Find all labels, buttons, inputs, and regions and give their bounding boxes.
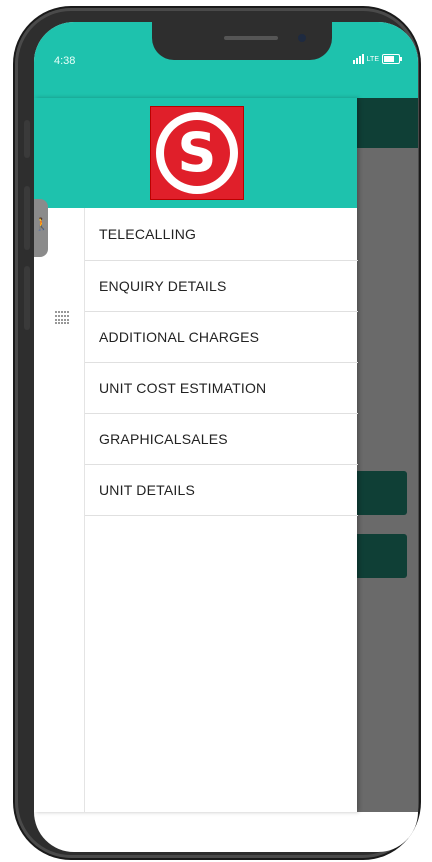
volume-down-button [24, 266, 30, 330]
brand-logo: S [150, 106, 244, 200]
logo-circle: S [156, 112, 238, 194]
status-time: 4:38 [54, 55, 76, 67]
drawer-menu: TELECALLING ENQUIRY DETAILS ADDITIONAL C… [84, 208, 358, 812]
menu-item-graphicalsales[interactable]: GRAPHICALSALES [85, 414, 358, 465]
front-camera [298, 34, 306, 42]
network-label: LTE [366, 55, 379, 63]
menu-item-unit-details[interactable]: UNIT DETAILS [85, 465, 358, 516]
menu-item-unit-cost-estimation[interactable]: UNIT COST ESTIMATION [85, 363, 358, 414]
battery-icon [382, 54, 402, 64]
menu-item-additional-charges[interactable]: ADDITIONAL CHARGES [85, 312, 358, 363]
navigation-drawer: S TELECALLING ENQUIRY DETAILS ADDITIONAL… [34, 98, 358, 812]
speaker-grille [224, 36, 278, 40]
menu-item-enquiry-details[interactable]: ENQUIRY DETAILS [85, 261, 358, 312]
phone-screen: 4:38 LTE S TELECALLING ENQUIRY DETAILS A… [34, 22, 418, 852]
accessibility-icon[interactable]: 🚶 [34, 199, 49, 257]
menu-item-telecalling[interactable]: TELECALLING [85, 208, 358, 261]
notch [152, 22, 332, 60]
signal-icon [352, 54, 364, 64]
grid-dots-icon[interactable] [55, 311, 69, 325]
drawer-header: S [34, 98, 357, 208]
logo-letter: S [164, 120, 230, 186]
status-icons: LTE [352, 54, 402, 64]
mute-switch [24, 120, 30, 158]
volume-up-button [24, 186, 30, 250]
